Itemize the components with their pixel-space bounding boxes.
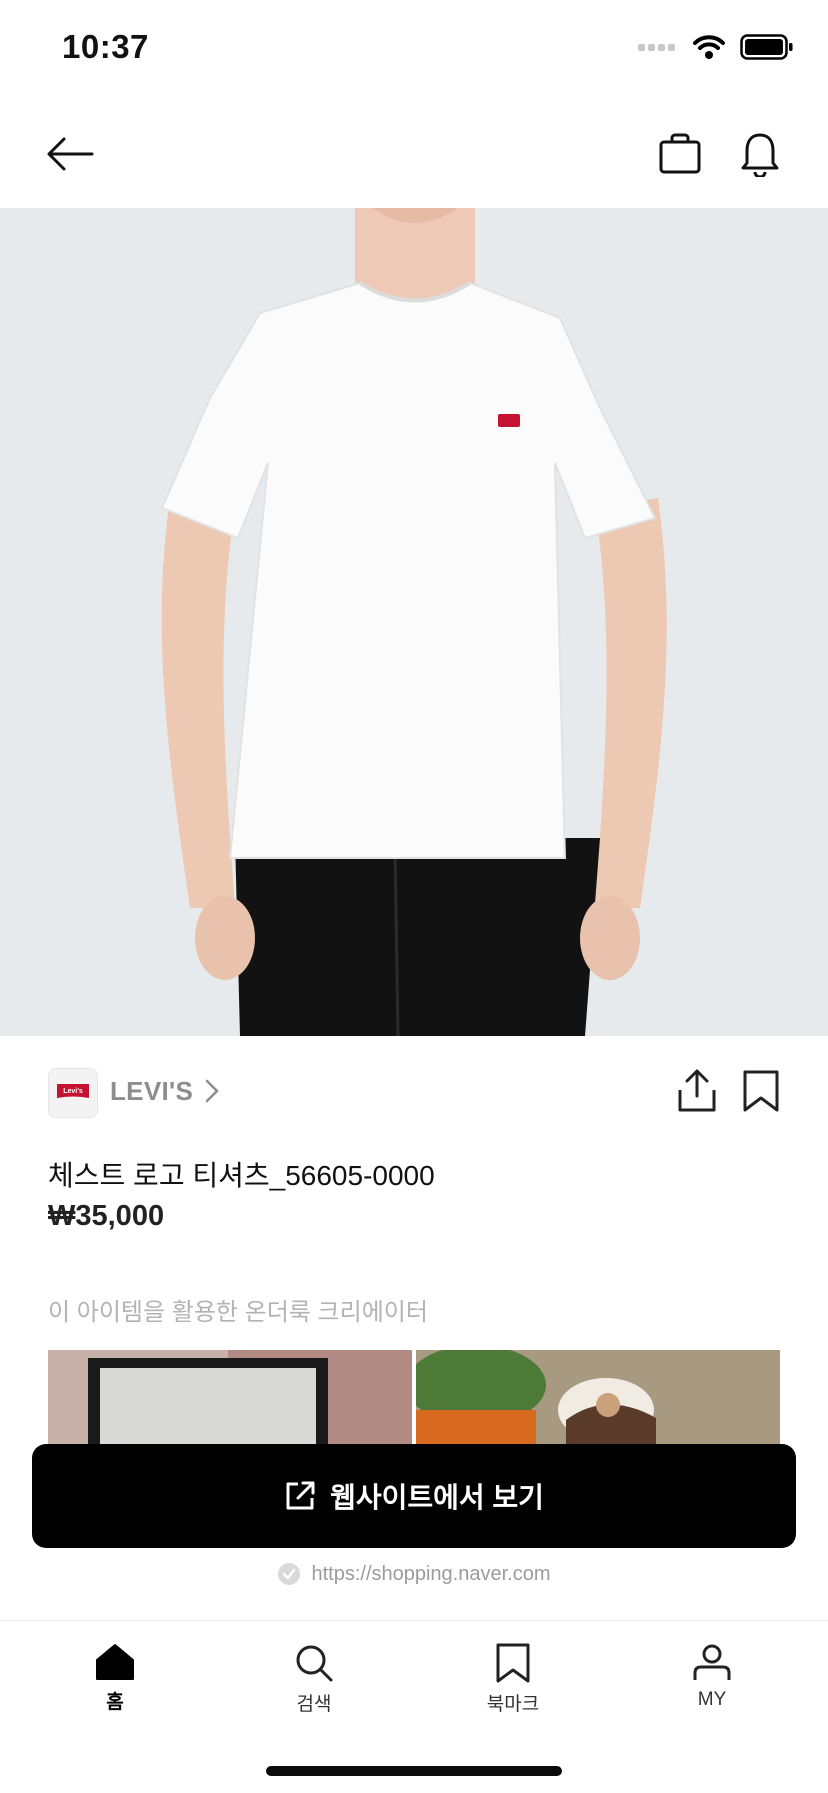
creator-thumbnail[interactable] [48,1350,412,1450]
creators-section-label: 이 아이템을 활용한 온더룩 크리에이터 [48,1299,428,1326]
tab-my-label: MY [697,1689,727,1710]
brand-name[interactable]: LEVI'S [110,1076,193,1107]
shopping-bag-button[interactable] [654,128,706,180]
creator-thumbnail[interactable] [416,1350,780,1450]
tab-home[interactable]: 홈 [45,1643,185,1714]
home-icon [96,1644,134,1680]
top-nav-bar [0,100,828,208]
tab-search[interactable]: 검색 [244,1643,384,1716]
share-icon [678,1069,716,1112]
product-image[interactable] [0,208,828,1036]
status-icons [638,34,794,60]
tab-my[interactable]: MY [642,1643,782,1711]
bookmark-button[interactable] [738,1068,784,1114]
tab-bookmark[interactable]: 북마크 [443,1643,583,1716]
shopping-bag-icon [659,133,701,174]
bookmark-icon [496,1643,530,1683]
product-photo-illustration [160,208,667,1036]
bell-icon [741,133,779,177]
home-indicator [266,1766,562,1776]
signal-icon [638,44,675,51]
product-title: 체스트 로고 티셔츠_56605-0000 [48,1160,435,1191]
tab-search-label: 검색 [296,1694,332,1715]
search-icon [296,1645,333,1682]
bookmark-icon [743,1070,779,1112]
brand-logo[interactable]: Levi's [48,1068,98,1118]
levis-logo-icon: Levi's [57,1084,89,1098]
back-button[interactable] [44,128,96,180]
view-website-label: 웹사이트에서 보기 [330,1482,544,1513]
status-time: 10:37 [62,28,149,65]
source-url: https://shopping.naver.com [311,1562,551,1585]
battery-icon [740,34,793,60]
product-price: ₩35,000 [48,1200,165,1232]
share-button[interactable] [674,1068,720,1114]
wifi-icon [693,35,725,59]
notifications-button[interactable] [734,128,786,180]
tab-bookmark-label: 북마크 [486,1694,540,1715]
arrow-left-icon [47,137,94,171]
source-url-row: https://shopping.naver.com [0,1562,828,1586]
svg-text:Levi's: Levi's [63,1088,83,1095]
user-icon [693,1644,731,1680]
tab-home-label: 홈 [106,1692,124,1713]
chevron-right-icon[interactable] [204,1078,220,1109]
check-circle-icon [278,1563,301,1585]
external-link-icon [286,1481,315,1510]
view-website-button[interactable]: 웹사이트에서 보기 [32,1444,796,1548]
